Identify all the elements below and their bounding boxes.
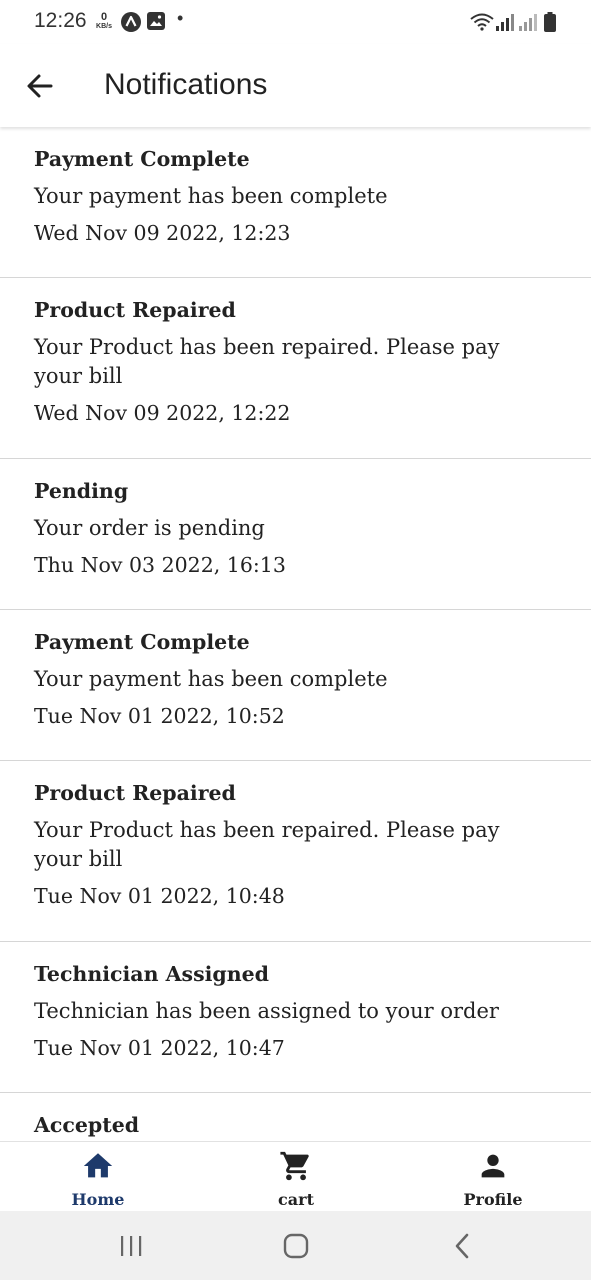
arrow-left-icon xyxy=(27,74,53,98)
back-button[interactable] xyxy=(22,68,58,104)
network-speed-unit: KB/s xyxy=(96,23,112,30)
nav-item-cart[interactable]: cart xyxy=(231,1142,361,1212)
person-icon xyxy=(481,1154,505,1178)
notification-message: Your payment has been complete xyxy=(34,184,388,208)
notification-item[interactable]: Product Repaired Your Product has been r… xyxy=(0,761,591,942)
notification-item[interactable]: Product Repaired Your Product has been r… xyxy=(0,278,591,459)
chevron-left-icon xyxy=(455,1233,469,1259)
notification-title: Accepted xyxy=(34,1113,140,1137)
notification-date: Tue Nov 01 2022, 10:47 xyxy=(34,1036,285,1060)
notification-item[interactable]: Technician Assigned Technician has been … xyxy=(0,942,591,1093)
notification-list[interactable]: Payment Complete Your payment has been c… xyxy=(0,127,591,1141)
notification-item[interactable]: Payment Complete Your payment has been c… xyxy=(0,610,591,761)
notification-title: Payment Complete xyxy=(34,630,250,654)
notification-title: Payment Complete xyxy=(34,147,250,171)
notification-item[interactable]: Pending Your order is pending Thu Nov 03… xyxy=(0,459,591,610)
notification-title: Product Repaired xyxy=(34,781,236,805)
wifi-icon xyxy=(470,13,494,35)
notification-message: Your Product has been repaired. Please p… xyxy=(34,818,500,871)
status-bar: 12:26 0 KB/s • xyxy=(0,0,591,44)
nav-label-cart: cart xyxy=(278,1190,314,1209)
notification-message: Your Product has been repaired. Please p… xyxy=(34,335,500,388)
notification-date: Tue Nov 01 2022, 10:52 xyxy=(34,704,285,728)
nav-item-home[interactable]: Home xyxy=(33,1142,163,1212)
battery-icon xyxy=(544,12,556,36)
nav-item-profile[interactable]: Profile xyxy=(428,1142,558,1212)
notification-title: Technician Assigned xyxy=(34,962,270,986)
signal-secondary-icon xyxy=(519,13,537,35)
notification-date: Wed Nov 09 2022, 12:23 xyxy=(34,221,291,245)
notification-title: Product Repaired xyxy=(34,298,236,322)
app-bar: Notifications xyxy=(0,44,591,127)
nav-label-profile: Profile xyxy=(463,1190,523,1209)
network-speed-value: 0 xyxy=(100,11,108,23)
notification-date: Tue Nov 01 2022, 10:48 xyxy=(34,884,285,908)
home-circle-icon xyxy=(283,1233,309,1259)
more-notifications-dot: • xyxy=(177,8,184,28)
bottom-navigation: Home cart Profile xyxy=(0,1141,591,1211)
system-navigation-bar xyxy=(0,1211,591,1280)
gallery-notification-icon xyxy=(147,12,165,34)
back-system-button[interactable] xyxy=(442,1231,482,1261)
app-notification-icon xyxy=(121,12,141,36)
nav-label-home: Home xyxy=(71,1190,125,1209)
notification-message: Your order is pending xyxy=(34,516,265,540)
notification-date: Thu Nov 03 2022, 16:13 xyxy=(34,553,286,577)
recent-apps-button[interactable] xyxy=(111,1231,151,1261)
status-time: 12:26 xyxy=(34,9,87,32)
home-system-button[interactable] xyxy=(276,1231,316,1261)
notification-item[interactable]: Payment Complete Your payment has been c… xyxy=(0,127,591,278)
notification-message: Your payment has been complete xyxy=(34,667,388,691)
home-icon xyxy=(83,1153,113,1178)
network-speed: 0 KB/s xyxy=(93,11,115,31)
cart-icon xyxy=(280,1151,309,1181)
notification-message: Technician has been assigned to your ord… xyxy=(34,999,499,1023)
signal-icon xyxy=(496,13,514,35)
page-title: Notifications xyxy=(104,68,268,101)
notification-item[interactable]: Accepted xyxy=(0,1093,591,1141)
notification-title: Pending xyxy=(34,479,129,503)
notification-date: Wed Nov 09 2022, 12:22 xyxy=(34,401,291,425)
recent-apps-icon xyxy=(121,1236,142,1256)
